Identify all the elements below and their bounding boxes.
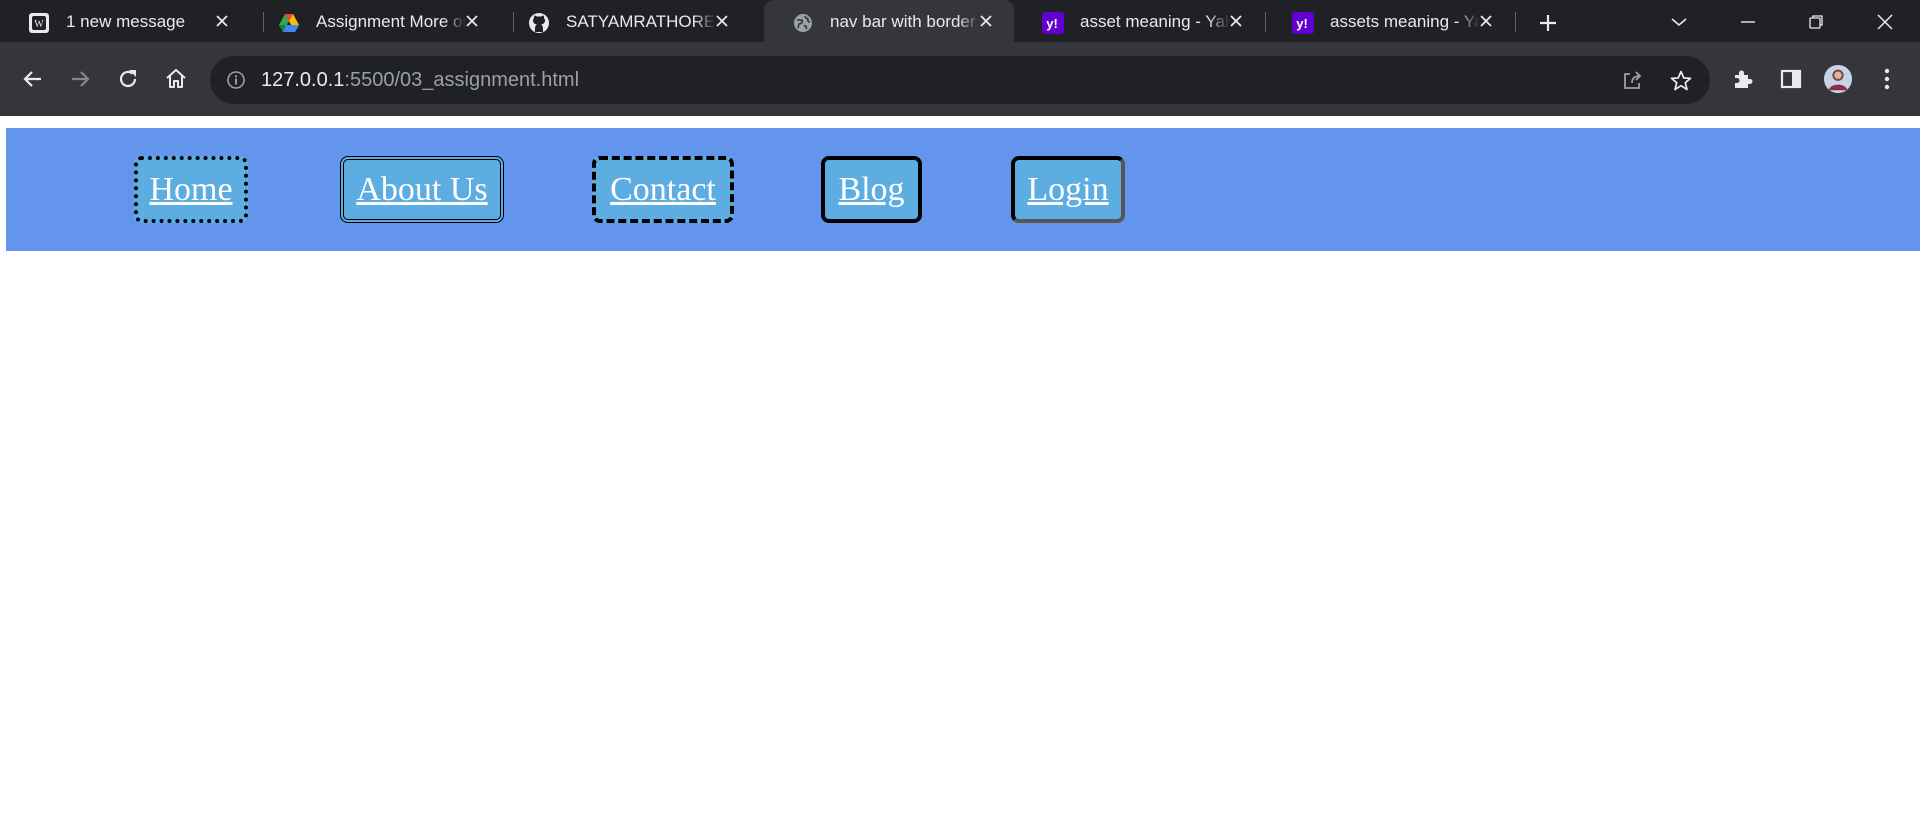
- svg-text:y!: y!: [1296, 16, 1308, 31]
- minimize-icon[interactable]: [1733, 8, 1763, 36]
- nav-link-contact[interactable]: Contact: [592, 156, 734, 223]
- nav-link-blog[interactable]: Blog: [821, 156, 922, 223]
- tab-title: assets meaning - Yahoo: [1330, 12, 1480, 31]
- navbar: Home About Us Contact Blog Login: [6, 128, 1920, 251]
- globe-icon: [792, 12, 814, 34]
- share-icon[interactable]: [1620, 69, 1644, 93]
- close-icon[interactable]: [714, 13, 730, 29]
- home-icon[interactable]: [161, 64, 191, 94]
- tab-title: nav bar with border: [830, 12, 976, 31]
- tab-title: Assignment More on: [316, 12, 466, 31]
- close-icon[interactable]: [978, 13, 994, 29]
- close-icon[interactable]: [464, 13, 480, 29]
- avatar[interactable]: [1823, 64, 1853, 94]
- tab-github[interactable]: SATYAMRATHORE09: [500, 0, 750, 42]
- svg-text:W: W: [34, 19, 44, 30]
- reload-icon[interactable]: [113, 64, 143, 94]
- tab-title: 1 new message: [66, 12, 186, 31]
- nav-link-about-us[interactable]: About Us: [340, 156, 504, 223]
- webmail-icon: W: [28, 12, 50, 34]
- yahoo-icon: y!: [1292, 12, 1314, 34]
- forward-arrow-icon[interactable]: [65, 64, 95, 94]
- url-path: :5500/03_assignment.html: [344, 69, 580, 91]
- close-window-icon[interactable]: [1870, 8, 1900, 36]
- svg-text:y!: y!: [1046, 16, 1058, 31]
- github-icon: [528, 12, 550, 34]
- tab-title: asset meaning - Yahoo: [1080, 12, 1230, 31]
- page-viewport: Home About Us Contact Blog Login: [0, 116, 1920, 831]
- more-menu-icon[interactable]: [1872, 64, 1902, 94]
- tab-nav-bar-with-border[interactable]: nav bar with border: [764, 0, 1014, 42]
- restore-icon[interactable]: [1801, 8, 1831, 36]
- extensions-puzzle-icon[interactable]: [1728, 64, 1758, 94]
- tab-yahoo-asset[interactable]: y! asset meaning - Yahoo: [1014, 0, 1264, 42]
- site-info-icon[interactable]: [226, 70, 246, 90]
- url-host: 127.0.0.1: [261, 69, 345, 91]
- back-arrow-icon[interactable]: [18, 64, 48, 94]
- tab-yahoo-assets[interactable]: y! assets meaning - Yahoo: [1264, 0, 1514, 42]
- address-bar[interactable]: 127.0.0.1:5500/03_assignment.html: [210, 56, 1710, 104]
- close-icon[interactable]: [214, 13, 230, 29]
- url-text[interactable]: 127.0.0.1:5500/03_assignment.html: [261, 69, 579, 91]
- close-icon[interactable]: [1228, 13, 1244, 29]
- nav-link-home[interactable]: Home: [134, 156, 248, 223]
- side-panel-icon[interactable]: [1776, 64, 1806, 94]
- google-drive-icon: [278, 12, 300, 34]
- yahoo-icon: y!: [1042, 12, 1064, 34]
- tab-google-drive[interactable]: Assignment More on: [250, 0, 500, 42]
- close-icon[interactable]: [1478, 13, 1494, 29]
- new-tab-plus-icon[interactable]: [1535, 10, 1561, 36]
- tab-search-chevron-down-icon[interactable]: [1664, 8, 1694, 36]
- tab-separator: [1515, 12, 1516, 32]
- nav-link-login[interactable]: Login: [1011, 156, 1125, 223]
- tab-strip: W 1 new message Assignment More on SATYA…: [0, 0, 1920, 42]
- bookmark-star-icon[interactable]: [1669, 69, 1693, 93]
- tab-title: SATYAMRATHORE09: [566, 12, 716, 31]
- browser-toolbar: 127.0.0.1:5500/03_assignment.html: [0, 42, 1920, 158]
- tab-webmail[interactable]: W 1 new message: [0, 0, 250, 42]
